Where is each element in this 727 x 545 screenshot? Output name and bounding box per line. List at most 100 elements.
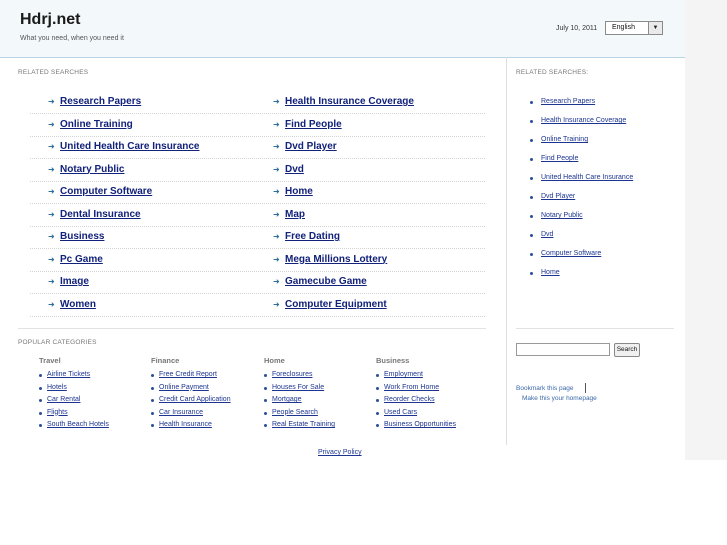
bullet-icon xyxy=(376,399,379,402)
related-link[interactable]: Dvd xyxy=(285,164,304,175)
arrow-right-icon: ➜ xyxy=(273,187,280,196)
sidebar-link[interactable]: Find People xyxy=(541,155,578,162)
category-link[interactable]: Reorder Checks xyxy=(384,396,435,403)
category-link[interactable]: Online Payment xyxy=(159,384,209,391)
list-row: ➜ Notary Public ➜ Dvd xyxy=(30,159,485,182)
related-link[interactable]: Notary Public xyxy=(60,164,124,175)
arrow-right-icon: ➜ xyxy=(273,142,280,151)
category-link[interactable]: People Search xyxy=(272,409,318,416)
bullet-icon xyxy=(39,374,42,377)
arrow-right-icon: ➜ xyxy=(273,164,280,174)
sidebar-link[interactable]: Computer Software xyxy=(541,250,601,257)
related-link[interactable]: Business xyxy=(60,231,104,242)
category-link[interactable]: Flights xyxy=(47,409,68,416)
site-tagline: What you need, when you need it xyxy=(20,35,124,42)
arrow-right-icon: ➜ xyxy=(48,97,55,106)
related-link[interactable]: United Health Care Insurance xyxy=(60,141,199,152)
sidebar-link[interactable]: Online Training xyxy=(541,136,588,143)
sidebar-link[interactable]: Home xyxy=(541,269,560,276)
related-link[interactable]: Computer Equipment xyxy=(285,299,387,310)
related-link[interactable]: Health Insurance Coverage xyxy=(285,96,414,107)
bullet-icon xyxy=(264,424,267,427)
category-link[interactable]: Hotels xyxy=(47,384,67,391)
list-row: ➜ Business ➜ Free Dating xyxy=(30,226,485,249)
related-link[interactable]: Map xyxy=(285,209,305,220)
bullet-icon xyxy=(530,158,533,161)
category-link[interactable]: Used Cars xyxy=(384,409,417,416)
sidebar-link[interactable]: Research Papers xyxy=(541,98,595,105)
related-link[interactable]: Women xyxy=(60,299,96,310)
bullet-icon xyxy=(264,399,267,402)
category-link[interactable]: Airline Tickets xyxy=(47,371,90,378)
category-link[interactable]: Foreclosures xyxy=(272,371,312,378)
category-link[interactable]: Employment xyxy=(384,371,423,378)
homepage-link[interactable]: Make this your homepage xyxy=(522,395,597,402)
column-divider xyxy=(506,57,507,445)
category-link[interactable]: Credit Card Application xyxy=(159,396,231,403)
category-link[interactable]: Work From Home xyxy=(384,384,439,391)
bullet-icon xyxy=(39,411,42,415)
related-link[interactable]: Gamecube Game xyxy=(285,276,367,287)
search-input[interactable] xyxy=(516,343,610,356)
category-link[interactable]: Car Rental xyxy=(47,396,80,403)
related-link[interactable]: Online Training xyxy=(60,119,133,130)
related-link[interactable]: Pc Game xyxy=(60,254,103,265)
category-link[interactable]: Business Opportunities xyxy=(384,421,456,428)
privacy-policy-link[interactable]: Privacy Policy xyxy=(318,449,362,456)
bullet-icon xyxy=(39,424,42,427)
related-link[interactable]: Home xyxy=(285,186,313,197)
sidebar-link[interactable]: Health Insurance Coverage xyxy=(541,117,626,124)
site-title[interactable]: Hdrj.net xyxy=(20,11,80,29)
related-link[interactable]: Dvd Player xyxy=(285,141,337,152)
related-link[interactable]: Free Dating xyxy=(285,231,340,242)
chevron-down-icon[interactable]: ▼ xyxy=(648,22,662,34)
sidebar-divider xyxy=(516,328,674,329)
right-scroll-rail xyxy=(685,0,727,460)
list-row: ➜ United Health Care Insurance ➜ Dvd Playe… xyxy=(30,136,485,159)
bullet-icon xyxy=(151,374,154,377)
category-link[interactable]: South Beach Hotels xyxy=(47,421,109,428)
search-button[interactable]: Search xyxy=(614,343,640,357)
sidebar-link[interactable]: United Health Care Insurance xyxy=(541,174,633,181)
sidebar-link[interactable]: Dvd Player xyxy=(541,193,575,200)
bullet-icon xyxy=(151,399,154,402)
arrow-right-icon: ➜ xyxy=(48,232,55,241)
related-link[interactable]: Research Papers xyxy=(60,96,141,107)
related-link[interactable]: Find People xyxy=(285,119,342,130)
category-link[interactable]: Free Credit Report xyxy=(159,371,217,378)
category-link[interactable]: Houses For Sale xyxy=(272,384,324,391)
category-link[interactable]: Health Insurance xyxy=(159,421,212,428)
bullet-icon xyxy=(376,374,379,377)
category-link[interactable]: Real Estate Training xyxy=(272,421,335,428)
arrow-right-icon: ➜ xyxy=(273,254,280,264)
arrow-right-icon: ➜ xyxy=(48,209,55,219)
related-link[interactable]: Dental Insurance xyxy=(60,209,141,220)
bookmark-link[interactable]: Bookmark this page xyxy=(516,385,573,392)
category-title: Travel xyxy=(39,356,61,365)
related-link[interactable]: Mega Millions Lottery xyxy=(285,254,387,265)
category-link[interactable]: Mortgage xyxy=(272,396,302,403)
arrow-right-icon: ➜ xyxy=(273,97,280,106)
category-title: Home xyxy=(264,356,285,365)
arrow-right-icon: ➜ xyxy=(48,187,55,196)
bullet-icon xyxy=(530,177,533,180)
list-row: ➜ Research Papers ➜ Health Insurance Cover… xyxy=(30,91,485,114)
sidebar-link[interactable]: Dvd xyxy=(541,231,553,238)
arrow-right-icon: ➜ xyxy=(48,164,55,174)
bullet-icon xyxy=(151,424,154,427)
bullet-icon xyxy=(39,399,42,402)
language-select[interactable]: English ▼ xyxy=(605,21,663,35)
list-row: ➜ Computer Software ➜ Home xyxy=(30,181,485,204)
related-link[interactable]: Computer Software xyxy=(60,186,152,197)
sidebar-link[interactable]: Notary Public xyxy=(541,212,583,219)
language-select-value: English xyxy=(612,24,635,31)
related-link[interactable]: Image xyxy=(60,276,89,287)
bullet-icon xyxy=(530,253,533,256)
related-searches-heading: RELATED SEARCHES xyxy=(18,69,89,76)
category-link[interactable]: Car Insurance xyxy=(159,409,203,416)
list-row: ➜ Pc Game ➜ Mega Millions Lottery xyxy=(30,249,485,272)
list-row: ➜ Women ➜ Computer Equipment xyxy=(30,294,485,317)
bullet-icon xyxy=(376,411,379,415)
category-title: Finance xyxy=(151,356,180,365)
bullet-icon xyxy=(151,411,154,415)
